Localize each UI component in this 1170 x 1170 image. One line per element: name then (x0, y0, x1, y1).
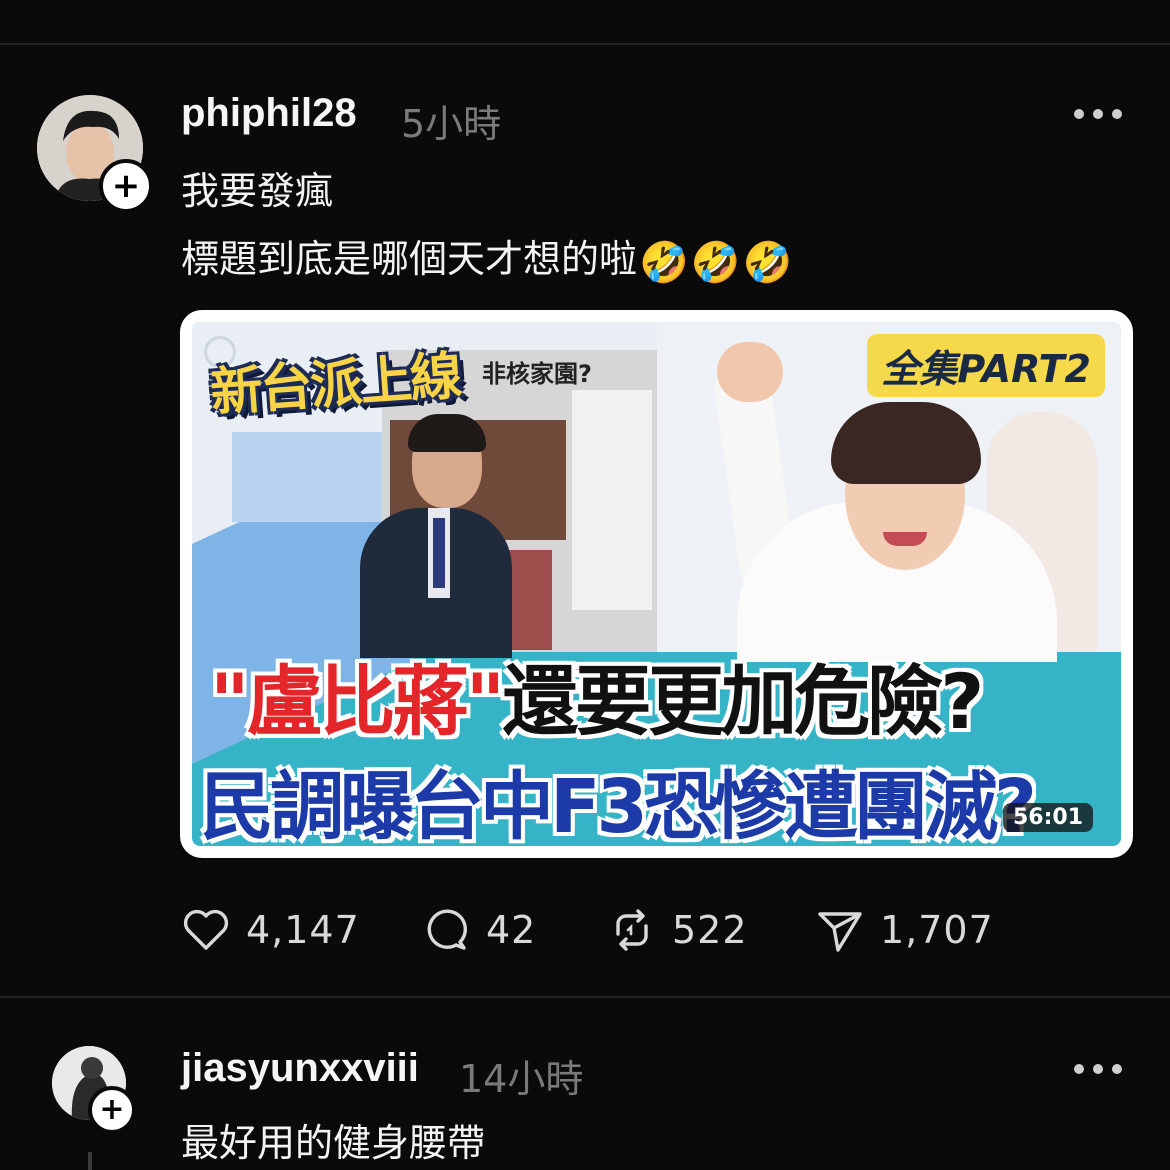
post-timestamp: 14小時 (459, 1057, 584, 1101)
like-button[interactable]: 4,147 (180, 905, 360, 955)
plus-icon: + (111, 166, 141, 206)
share-count: 1,707 (880, 908, 994, 952)
follow-button[interactable]: + (88, 1086, 136, 1134)
follow-button[interactable]: + (99, 159, 153, 213)
part-badge: 全集PART2 (867, 334, 1105, 397)
post-text-line-1: 最好用的健身腰帶 (181, 1121, 486, 1165)
video-thumbnail[interactable]: 非核家園? 新台派上線 全集PART2 "盧比蔣"還要更加危險? 民調曝台中F3… (192, 322, 1121, 846)
rofl-emoji: 🤣 (690, 240, 741, 286)
more-horizontal-icon[interactable] (1074, 1064, 1122, 1076)
username[interactable]: phiphil28 (181, 91, 357, 136)
headline-red: 盧比蔣 (246, 657, 469, 746)
post-text: 標題到底是哪個天才想的啦 (181, 237, 638, 281)
thread-post: + jiasyunxxviii 14小時 最好用的健身腰帶 (0, 998, 1170, 1170)
thread-connector-line (88, 1152, 92, 1170)
comment-count: 42 (486, 908, 537, 952)
avatar-container[interactable]: + (37, 95, 157, 215)
send-icon (818, 912, 862, 952)
post-text-line-2: 標題到底是哪個天才想的啦🤣🤣🤣 (181, 228, 792, 286)
plus-icon: + (99, 1092, 125, 1127)
thumbnail-headline-2: 民調曝台中F3恐慘遭團滅? (200, 764, 1037, 846)
avatar-container[interactable]: + (52, 1046, 152, 1146)
comment-button[interactable]: 42 (420, 905, 536, 955)
thumbnail-headline-1: "盧比蔣"還要更加危險? (210, 640, 984, 750)
more-horizontal-icon[interactable] (1074, 109, 1122, 121)
screen-header: 非核家園? (482, 360, 592, 388)
comment-bubble-icon (427, 909, 467, 950)
headline-quote-close: " (465, 657, 506, 746)
video-duration: 56:01 (1002, 803, 1093, 832)
repost-icon (616, 909, 648, 951)
thread-post: + phiphil28 5小時 我要發瘋 標題到底是哪個天才想的啦🤣🤣🤣 非核家… (0, 45, 1170, 996)
rofl-emoji: 🤣 (639, 240, 689, 286)
repost-count: 522 (672, 908, 748, 952)
post-text-line-1: 我要發瘋 (181, 169, 334, 213)
headline-rest: 還要更加危險? (502, 657, 984, 746)
post-timestamp: 5小時 (401, 102, 502, 146)
video-card[interactable]: 非核家園? 新台派上線 全集PART2 "盧比蔣"還要更加危險? 民調曝台中F3… (180, 310, 1133, 858)
heart-icon (183, 909, 229, 950)
username[interactable]: jiasyunxxviii (181, 1046, 419, 1091)
rofl-emoji: 🤣 (742, 240, 793, 286)
repost-button[interactable]: 522 (606, 905, 748, 955)
action-bar: 4,147 42 522 1,707 (180, 905, 1080, 955)
like-count: 4,147 (246, 908, 360, 952)
headline-quote-open: " (210, 657, 250, 746)
share-button[interactable]: 1,707 (814, 905, 994, 955)
